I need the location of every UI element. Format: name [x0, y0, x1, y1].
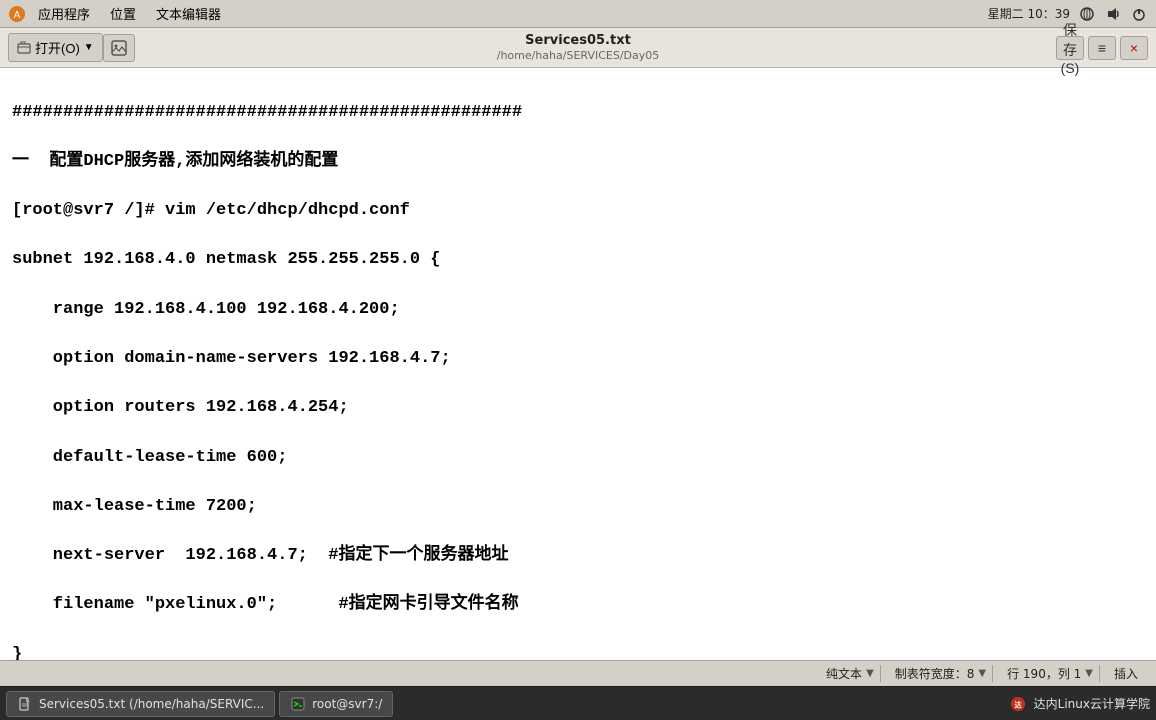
text-type-arrow: ▼ [866, 668, 874, 679]
open-icon [17, 41, 31, 55]
taskbar-item-terminal[interactable]: root@svr7:/ [279, 691, 393, 717]
taskbar-terminal-label: root@svr7:/ [312, 697, 382, 711]
terminal-icon [290, 696, 306, 712]
editor-area[interactable]: ########################################… [0, 68, 1156, 660]
taskbar-item-editor[interactable]: Services05.txt (/home/haha/SERVIC... [6, 691, 275, 717]
svg-text:达: 达 [1014, 700, 1022, 709]
file-title-area: Services05.txt /home/haha/SERVICES/Day05 [497, 33, 660, 62]
tab-width-label: 制表符宽度：8 [895, 665, 975, 682]
status-bar: 纯文本 ▼ 制表符宽度：8 ▼ 行 190，列 1 ▼ 插入 [0, 660, 1156, 686]
file-icon [17, 696, 33, 712]
top-menubar: A 应用程序 位置 文本编辑器 星期二 10：39 [0, 0, 1156, 28]
editor-line-3: subnet 192.168.4.0 netmask 255.255.255.0… [12, 248, 1144, 273]
editor-line-11: } [12, 643, 1144, 660]
window-controls: 保存(S) ≡ × [1056, 36, 1148, 60]
position-arrow: ▼ [1085, 668, 1093, 679]
toolbar: 打开(O) ▼ Services05.txt /home/haha/SERVIC… [0, 28, 1156, 68]
position-label: 行 190，列 1 [1007, 665, 1081, 682]
open-button[interactable]: 打开(O) ▼ [8, 33, 103, 62]
editor-line-6: option routers 192.168.4.254; [12, 396, 1144, 421]
file-path: /home/haha/SERVICES/Day05 [497, 49, 660, 62]
editor-line-1: 一 配置DHCP服务器,添加网络装机的配置 [12, 150, 1144, 175]
open-label: 打开(O) [35, 38, 80, 57]
tab-width-arrow: ▼ [978, 668, 986, 679]
school-logo-icon: 达 [1010, 696, 1026, 712]
menu-text-editor[interactable]: 文本编辑器 [148, 2, 229, 25]
file-title: Services05.txt [497, 33, 660, 49]
taskbar-editor-label: Services05.txt (/home/haha/SERVIC... [39, 697, 264, 711]
position-item[interactable]: 行 190，列 1 ▼ [1001, 665, 1100, 682]
editor-line-7: default-lease-time 600; [12, 446, 1144, 471]
text-type-label: 纯文本 [826, 665, 862, 682]
editor-line-5: option domain-name-servers 192.168.4.7; [12, 347, 1144, 372]
insert-mode-item: 插入 [1108, 665, 1144, 682]
image-button[interactable] [103, 34, 135, 62]
insert-mode-label: 插入 [1114, 665, 1138, 682]
volume-icon[interactable] [1104, 5, 1122, 23]
editor-line-10: filename "pxelinux.0"; #指定网卡引导文件名称 [12, 593, 1144, 618]
editor-line-4: range 192.168.4.100 192.168.4.200; [12, 298, 1144, 323]
image-icon [110, 39, 128, 57]
tab-width-item[interactable]: 制表符宽度：8 ▼ [889, 665, 993, 682]
open-dropdown-icon: ▼ [84, 42, 94, 53]
app-logo-icon: A [8, 5, 26, 23]
editor-line-8: max-lease-time 7200; [12, 495, 1144, 520]
svg-text:A: A [14, 10, 21, 21]
editor-line-0: ########################################… [12, 101, 1144, 126]
editor-line-2: [root@svr7 /]# vim /etc/dhcp/dhcpd.conf [12, 199, 1144, 224]
taskbar-school-label: 达内Linux云计算学院 [1034, 695, 1150, 712]
power-icon[interactable] [1130, 5, 1148, 23]
save-button[interactable]: 保存(S) [1056, 36, 1084, 60]
text-type-item[interactable]: 纯文本 ▼ [820, 665, 881, 682]
menu-apps[interactable]: 应用程序 [30, 2, 98, 25]
taskbar-right: 达 达内Linux云计算学院 [1010, 695, 1150, 712]
menu-button[interactable]: ≡ [1088, 36, 1116, 60]
menu-places[interactable]: 位置 [102, 2, 144, 25]
editor-line-9: next-server 192.168.4.7; #指定下一个服务器地址 [12, 544, 1144, 569]
close-button[interactable]: × [1120, 36, 1148, 60]
taskbar: Services05.txt (/home/haha/SERVIC... roo… [0, 686, 1156, 720]
